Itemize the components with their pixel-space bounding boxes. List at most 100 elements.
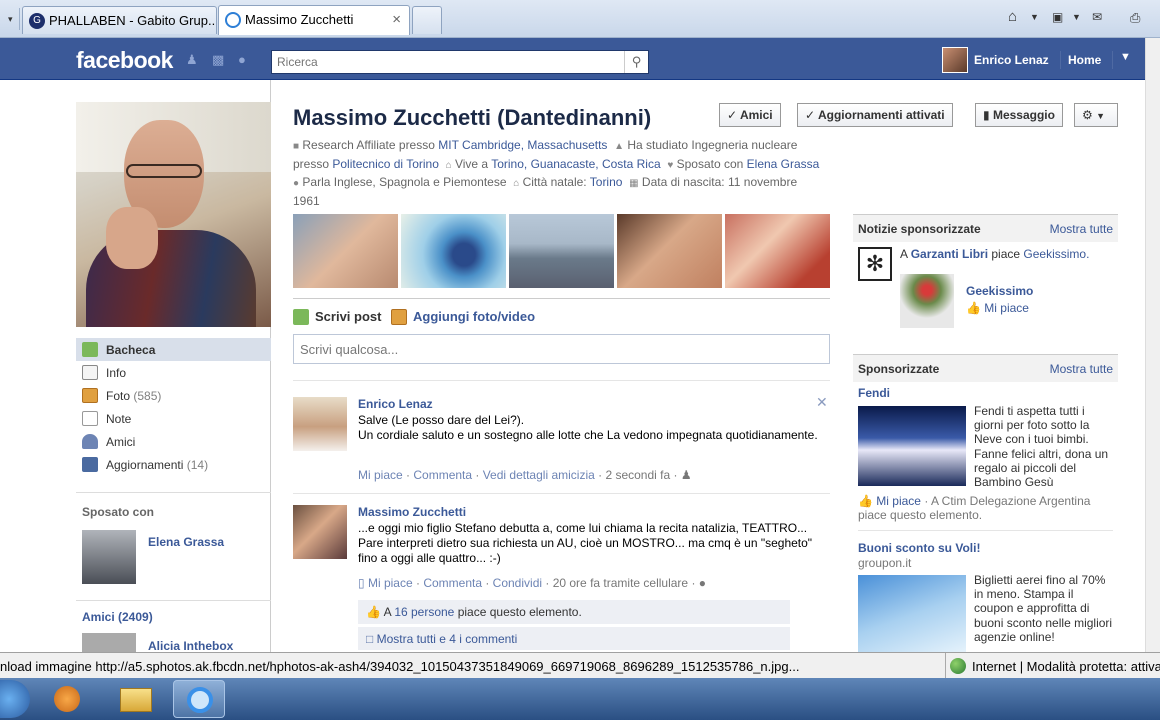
internet-explorer-icon[interactable]: [173, 680, 225, 718]
rss-feed-icon[interactable]: ▣: [1052, 10, 1063, 24]
friend-photo[interactable]: [82, 633, 136, 653]
geekissimo-logo[interactable]: [900, 274, 954, 328]
story-author[interactable]: Massimo Zucchetti: [358, 505, 466, 519]
explorer-icon[interactable]: [110, 680, 162, 718]
divider: [293, 380, 830, 381]
show-all-comments-link[interactable]: Mostra tutti e 4 i commenti: [377, 632, 518, 646]
comment-link[interactable]: Commenta: [423, 576, 482, 590]
spouse-info-link[interactable]: Elena Grassa: [747, 157, 820, 171]
author-photo[interactable]: [293, 397, 347, 451]
nav-label: Info: [106, 366, 127, 380]
globe-icon: ●: [293, 178, 300, 189]
subscriptions-button[interactable]: ✓ Aggiornamenti attivati: [797, 103, 953, 127]
chevron-down-icon[interactable]: ▼: [1030, 12, 1039, 22]
tab-phallaben[interactable]: G PHALLABEN - Gabito Grup...: [22, 6, 217, 34]
speech-bubble-icon: [293, 309, 309, 325]
ad-image[interactable]: [858, 575, 966, 652]
location-link[interactable]: Torino, Guanacaste, Costa Rica: [491, 157, 660, 171]
show-all-link[interactable]: Mostra tutte: [1050, 222, 1113, 236]
garzanti-logo-icon[interactable]: ✻: [858, 247, 892, 281]
like-link[interactable]: Mi piace: [368, 576, 413, 590]
employer-link[interactable]: MIT Cambridge, Massachusetts: [438, 138, 607, 152]
photo-thumbnail[interactable]: [725, 214, 830, 288]
media-icon-shape: [54, 686, 80, 712]
main-content: Massimo Zucchetti (Dantedinanni) ✓ Amici…: [271, 80, 1145, 652]
page-like[interactable]: 👍 Mi piace: [966, 301, 1029, 315]
tab-massimo-zucchetti[interactable]: Massimo Zucchetti ×: [218, 5, 410, 35]
share-link[interactable]: Condividi: [493, 576, 542, 590]
comments-summary: □ Mostra tutti e 4 i commenti: [358, 626, 790, 650]
print-icon[interactable]: ⎙: [1130, 10, 1140, 26]
photo-thumbnail[interactable]: [401, 214, 506, 288]
spouse-link[interactable]: Elena Grassa: [148, 535, 224, 549]
friend-link[interactable]: Alicia Inthebox: [148, 639, 233, 653]
actor-link[interactable]: Garzanti Libri: [911, 247, 988, 261]
nav-item-aggiornamenti[interactable]: Aggiornamenti (14): [76, 453, 271, 476]
sponsored-header: Sponsorizzate Mostra tutte: [853, 354, 1118, 382]
photo-thumbnail[interactable]: [509, 214, 614, 288]
close-tab-icon[interactable]: ×: [392, 11, 401, 28]
avatar[interactable]: [942, 47, 968, 73]
comment-link[interactable]: Commenta: [413, 468, 472, 482]
close-icon[interactable]: ✕: [816, 394, 828, 411]
like-link[interactable]: Mi piace: [358, 468, 403, 482]
hometown-link[interactable]: Torino: [590, 175, 623, 189]
photo-thumbnail[interactable]: [617, 214, 722, 288]
search-input[interactable]: [272, 51, 622, 73]
tab-list-dropdown[interactable]: ▾: [0, 8, 20, 30]
story-author[interactable]: Enrico Lenaz: [358, 397, 433, 411]
account-menu-icon[interactable]: ▼: [1120, 51, 1131, 63]
friend-requests-icon[interactable]: ♟: [186, 52, 202, 68]
likers-link[interactable]: 16 persone: [394, 605, 454, 619]
security-zone[interactable]: Internet | Modalità protetta: attiva: [945, 653, 1160, 678]
nav-item-amici[interactable]: Amici: [76, 430, 271, 453]
sponsored-stories-header: Notizie sponsorizzate Mostra tutte: [853, 214, 1118, 242]
ad-title[interactable]: Fendi: [858, 386, 890, 400]
nav-item-foto[interactable]: Foto (585): [76, 384, 271, 407]
start-button[interactable]: [0, 680, 30, 718]
school-link[interactable]: Politecnico di Torino: [332, 157, 439, 171]
media-player-icon[interactable]: [42, 680, 94, 718]
scrollbar[interactable]: [1145, 38, 1160, 652]
message-button[interactable]: ▮ Messaggio: [975, 103, 1063, 127]
calendar-icon: ▦: [629, 178, 639, 189]
profile-picture[interactable]: [76, 102, 271, 327]
page-link[interactable]: Geekissimo: [966, 284, 1033, 298]
friends-heading[interactable]: Amici (2409): [82, 610, 153, 624]
info-text: Sposato con: [676, 156, 744, 171]
search-icon[interactable]: ⚲: [624, 51, 648, 73]
chevron-down-icon[interactable]: ▼: [1072, 12, 1081, 22]
ad-image[interactable]: [858, 406, 966, 486]
nav-item-bacheca[interactable]: Bacheca: [76, 338, 271, 361]
ad-title[interactable]: Buoni sconto su Voli!: [858, 541, 980, 555]
settings-button[interactable]: ⚙ ▼: [1074, 103, 1118, 127]
tab-write-post[interactable]: Scrivi post: [293, 309, 381, 325]
friends-icon: [82, 434, 98, 449]
object-link[interactable]: Geekissimo.: [1023, 247, 1089, 261]
friends-button[interactable]: ✓ Amici: [719, 103, 781, 127]
heart-icon: ♥: [667, 159, 674, 171]
mail-icon[interactable]: ✉: [1092, 10, 1102, 24]
status-input[interactable]: Scrivi qualcosa...: [293, 334, 830, 364]
show-all-link[interactable]: Mostra tutte: [1050, 362, 1113, 376]
story-actions: ▯ Mi piace · Commenta · Condividi · 20 o…: [358, 576, 707, 590]
story-time: 20 ore fa tramite cellulare: [552, 576, 689, 590]
spouse-photo[interactable]: [82, 530, 136, 584]
facebook-logo[interactable]: facebook: [76, 47, 173, 74]
nav-item-info[interactable]: Info: [76, 361, 271, 384]
photo-thumbnail[interactable]: [293, 214, 398, 288]
notifications-globe-icon[interactable]: ●: [238, 52, 254, 68]
friendship-link[interactable]: Vedi dettagli amicizia: [483, 468, 595, 482]
new-tab-button[interactable]: [412, 6, 442, 34]
globe-icon: ●: [698, 576, 707, 590]
like-link[interactable]: 👍 Mi piace: [858, 494, 921, 508]
author-photo[interactable]: [293, 505, 347, 559]
tab-add-photo[interactable]: Aggiungi foto/video: [391, 309, 535, 325]
messages-icon[interactable]: ▩: [212, 52, 228, 68]
home-link[interactable]: Home: [1068, 53, 1101, 67]
home-icon[interactable]: ⌂: [1008, 8, 1017, 25]
user-nav: Enrico Lenaz Home ▼: [940, 47, 1145, 73]
nav-item-note[interactable]: Note: [76, 407, 271, 430]
profile-link[interactable]: Enrico Lenaz: [974, 53, 1049, 67]
ad-social: 👍 Mi piace · A Ctim Delegazione Argentin…: [858, 494, 1116, 522]
